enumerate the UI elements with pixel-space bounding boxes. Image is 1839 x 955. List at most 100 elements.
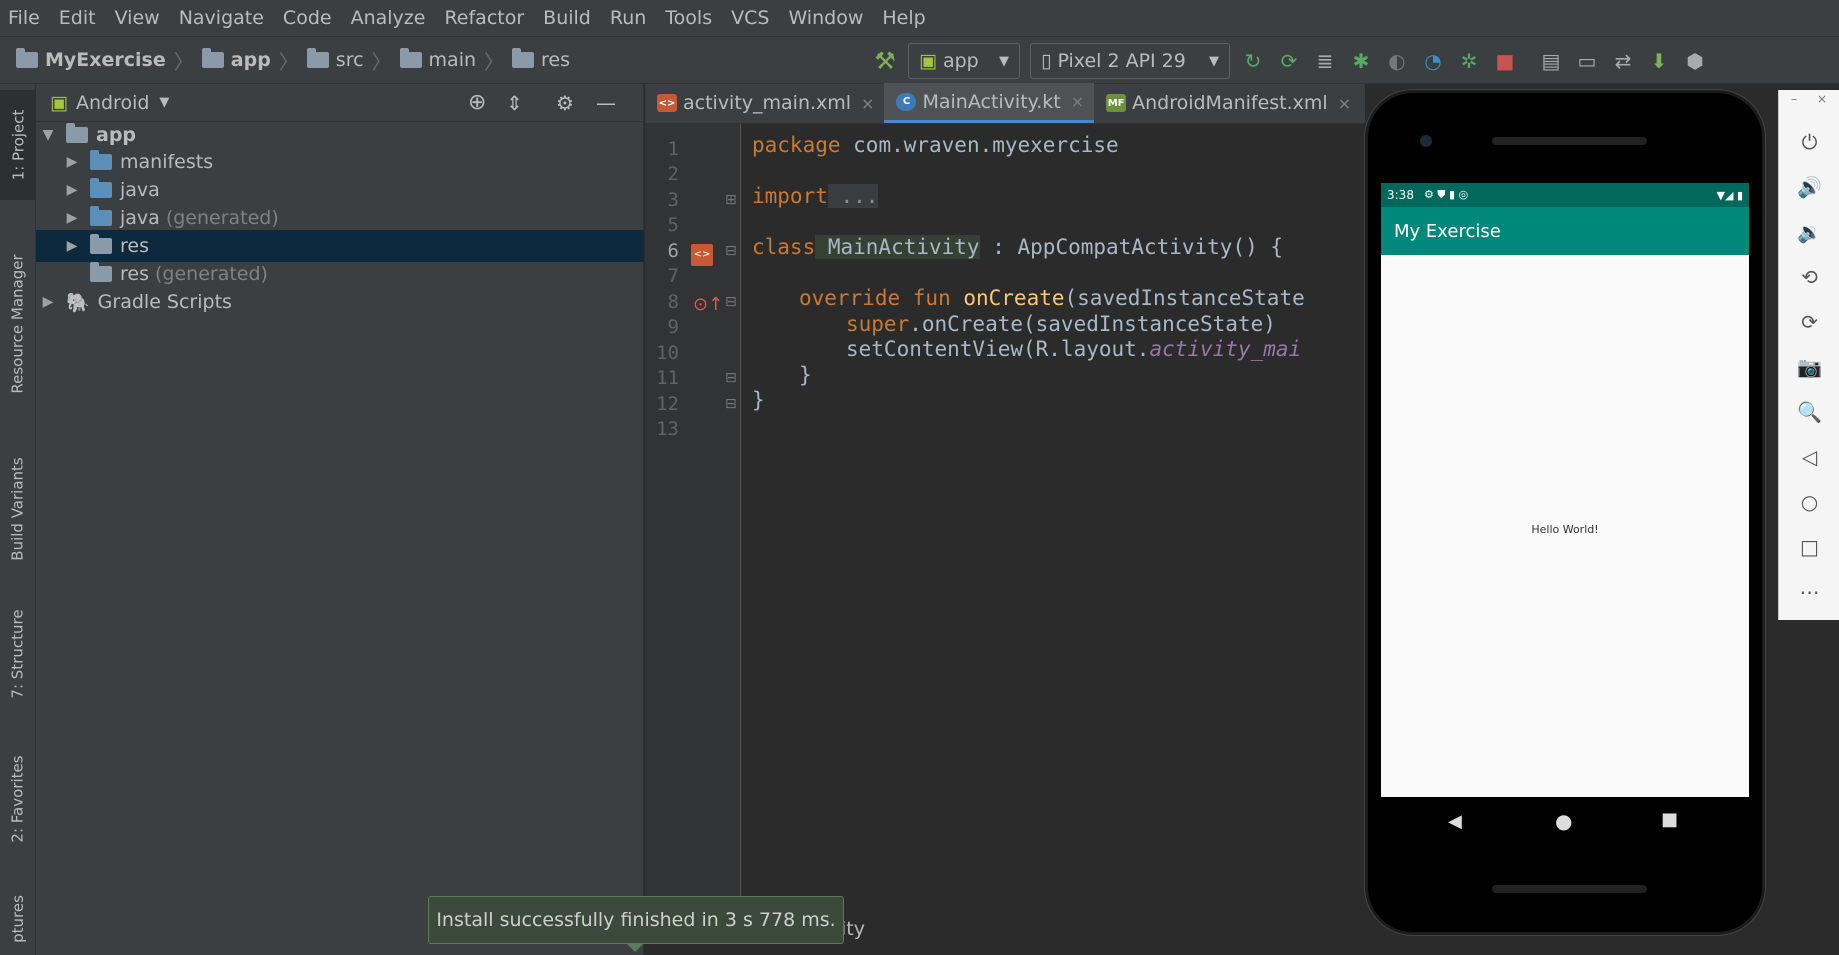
menu-tools[interactable]: Tools bbox=[665, 7, 712, 29]
collapsed-arrow-icon[interactable]: ▶ bbox=[64, 238, 80, 254]
hide-panel-icon[interactable]: — bbox=[596, 91, 616, 115]
sync-gradle-icon[interactable]: ⇄ bbox=[1610, 48, 1636, 74]
run-config-select[interactable]: ▣ app ▼ bbox=[908, 43, 1020, 79]
kotlin-class-icon: C bbox=[896, 92, 917, 111]
volume-down-icon[interactable]: 🔉 bbox=[1779, 220, 1839, 244]
tab-captures[interactable]: ptures bbox=[0, 884, 36, 954]
locate-icon[interactable]: ⊕ bbox=[468, 90, 486, 115]
view-mode-select[interactable]: Android bbox=[76, 92, 149, 114]
tree-item-label: java bbox=[120, 207, 160, 229]
tab-project[interactable]: 1: Project bbox=[0, 90, 36, 200]
line-number: 1 bbox=[667, 138, 679, 160]
rotate-left-icon[interactable]: ⟲ bbox=[1779, 265, 1839, 289]
chevron-down-icon[interactable]: ▼ bbox=[159, 95, 169, 110]
close-icon[interactable]: × bbox=[1071, 92, 1084, 111]
profile-icon[interactable]: ◐ bbox=[1384, 48, 1410, 74]
home-icon[interactable]: ○ bbox=[1779, 490, 1839, 514]
project-structure-icon[interactable]: ▤ bbox=[1538, 48, 1564, 74]
breadcrumb-main[interactable]: main bbox=[399, 48, 476, 71]
folded-imports[interactable]: ... bbox=[827, 184, 879, 208]
fold-icon[interactable]: ⊟ bbox=[725, 243, 737, 259]
collapse-all-icon[interactable]: ⇕ bbox=[506, 91, 523, 115]
menu-help[interactable]: Help bbox=[882, 7, 925, 29]
menu-vcs[interactable]: VCS bbox=[731, 7, 769, 29]
overview-icon[interactable]: □ bbox=[1779, 535, 1839, 559]
more-icon[interactable]: ⋯ bbox=[1779, 580, 1839, 604]
menu-build[interactable]: Build bbox=[543, 7, 591, 29]
menu-analyze[interactable]: Analyze bbox=[351, 7, 426, 29]
close-icon[interactable]: × bbox=[861, 94, 874, 113]
sdk-manager-icon[interactable]: ⬇ bbox=[1646, 48, 1672, 74]
fold-end-icon[interactable]: ⊟ bbox=[725, 396, 737, 412]
tab-activity-main-xml[interactable]: <> activity_main.xml × bbox=[645, 83, 884, 123]
fold-icon[interactable]: ⊞ bbox=[725, 192, 737, 208]
breadcrumb-app[interactable]: app bbox=[201, 48, 271, 71]
breadcrumb-src[interactable]: src bbox=[306, 48, 364, 71]
volume-up-icon[interactable]: 🔊 bbox=[1779, 175, 1839, 199]
apply-code-changes-icon[interactable]: ⟳ bbox=[1276, 48, 1302, 74]
install-notification[interactable]: Install successfully finished in 3 s 778… bbox=[428, 896, 844, 944]
close-icon[interactable]: × bbox=[1338, 94, 1351, 113]
phone-app-bar: My Exercise bbox=[1381, 207, 1749, 255]
code-editor[interactable]: package com.wraven.myexercise import ...… bbox=[742, 124, 1362, 904]
collapsed-arrow-icon[interactable]: ▶ bbox=[40, 294, 56, 310]
breadcrumb-label: app bbox=[230, 49, 271, 71]
fold-icon[interactable]: ⊟ bbox=[725, 294, 737, 310]
menu-refactor[interactable]: Refactor bbox=[444, 7, 524, 29]
device-select[interactable]: ▯ Pixel 2 API 29 ▼ bbox=[1030, 43, 1230, 79]
tab-androidmanifest-xml[interactable]: MF AndroidManifest.xml × bbox=[1094, 83, 1361, 123]
tab-structure[interactable]: 7: Structure bbox=[0, 589, 36, 719]
gear-icon[interactable]: ⚙ bbox=[556, 91, 574, 115]
minimize-icon[interactable]: – bbox=[1791, 92, 1797, 106]
camera-icon[interactable]: 📷 bbox=[1779, 355, 1839, 379]
power-icon[interactable]: ⏻ bbox=[1779, 130, 1839, 154]
close-icon[interactable]: × bbox=[1817, 92, 1827, 106]
menu-file[interactable]: File bbox=[8, 7, 40, 29]
collapsed-arrow-icon[interactable]: ▶ bbox=[64, 182, 80, 198]
menu-view[interactable]: View bbox=[115, 7, 160, 29]
tree-item-gradle-scripts[interactable]: ▶ 🐘 Gradle Scripts bbox=[36, 286, 644, 318]
tab-mainactivity-kt[interactable]: C MainActivity.kt × bbox=[884, 83, 1095, 123]
stop-icon[interactable]: ■ bbox=[1492, 48, 1518, 74]
menu-edit[interactable]: Edit bbox=[59, 7, 96, 29]
attach-debugger-icon[interactable]: ✲ bbox=[1456, 48, 1482, 74]
profiler-gauge-icon[interactable]: ◔ bbox=[1420, 48, 1446, 74]
coverage-icon[interactable]: ≣ bbox=[1312, 48, 1338, 74]
menu-navigate[interactable]: Navigate bbox=[179, 7, 264, 29]
nav-back-icon[interactable]: ◀ bbox=[1448, 811, 1462, 832]
menu-code[interactable]: Code bbox=[283, 7, 332, 29]
debug-icon[interactable]: ✱ bbox=[1348, 48, 1374, 74]
notification-pointer bbox=[627, 944, 643, 952]
avd-manager-icon[interactable]: ▭ bbox=[1574, 48, 1600, 74]
override-marker-icon[interactable]: ⊙↑ bbox=[693, 294, 723, 315]
collapsed-arrow-icon[interactable]: ▶ bbox=[64, 210, 80, 226]
tab-favorites[interactable]: 2: Favorites bbox=[0, 734, 36, 864]
tab-build-variants[interactable]: Build Variants bbox=[0, 434, 36, 584]
line-number: 13 bbox=[656, 418, 679, 440]
back-icon[interactable]: ◁ bbox=[1779, 445, 1839, 469]
nav-recents-icon[interactable]: ■ bbox=[1661, 809, 1678, 830]
layout-marker-icon[interactable]: <> bbox=[691, 244, 713, 266]
device-label: Pixel 2 API 29 bbox=[1057, 50, 1186, 72]
breadcrumb-project[interactable]: MyExercise bbox=[16, 48, 166, 71]
zoom-icon[interactable]: 🔍 bbox=[1779, 400, 1839, 424]
fold-end-icon[interactable]: ⊟ bbox=[725, 370, 737, 386]
tree-item-suffix: (generated) bbox=[165, 207, 279, 229]
apply-changes-icon[interactable]: ↻ bbox=[1240, 48, 1266, 74]
device-icon: ▯ bbox=[1041, 50, 1052, 72]
layout-inspector-icon[interactable]: ⬢ bbox=[1682, 48, 1708, 74]
menu-window[interactable]: Window bbox=[788, 7, 863, 29]
collapsed-arrow-icon[interactable]: ▶ bbox=[64, 154, 80, 170]
project-folder-icon bbox=[16, 48, 38, 68]
tab-resource-manager[interactable]: Resource Manager bbox=[0, 224, 36, 424]
breadcrumb-label: src bbox=[335, 49, 364, 71]
tab-label: MainActivity.kt bbox=[922, 90, 1061, 113]
rotate-right-icon[interactable]: ⟳ bbox=[1779, 310, 1839, 334]
breadcrumb-res[interactable]: res bbox=[512, 48, 570, 71]
build-hammer-icon[interactable]: ⚒ bbox=[872, 47, 898, 75]
emulator-screen[interactable]: Hello World! bbox=[1381, 183, 1749, 797]
code-line-9: super.onCreate(savedInstanceState) bbox=[846, 312, 1276, 336]
expanded-arrow-icon[interactable]: ▼ bbox=[40, 127, 56, 143]
menu-run[interactable]: Run bbox=[610, 7, 646, 29]
nav-home-icon[interactable]: ● bbox=[1555, 809, 1572, 833]
